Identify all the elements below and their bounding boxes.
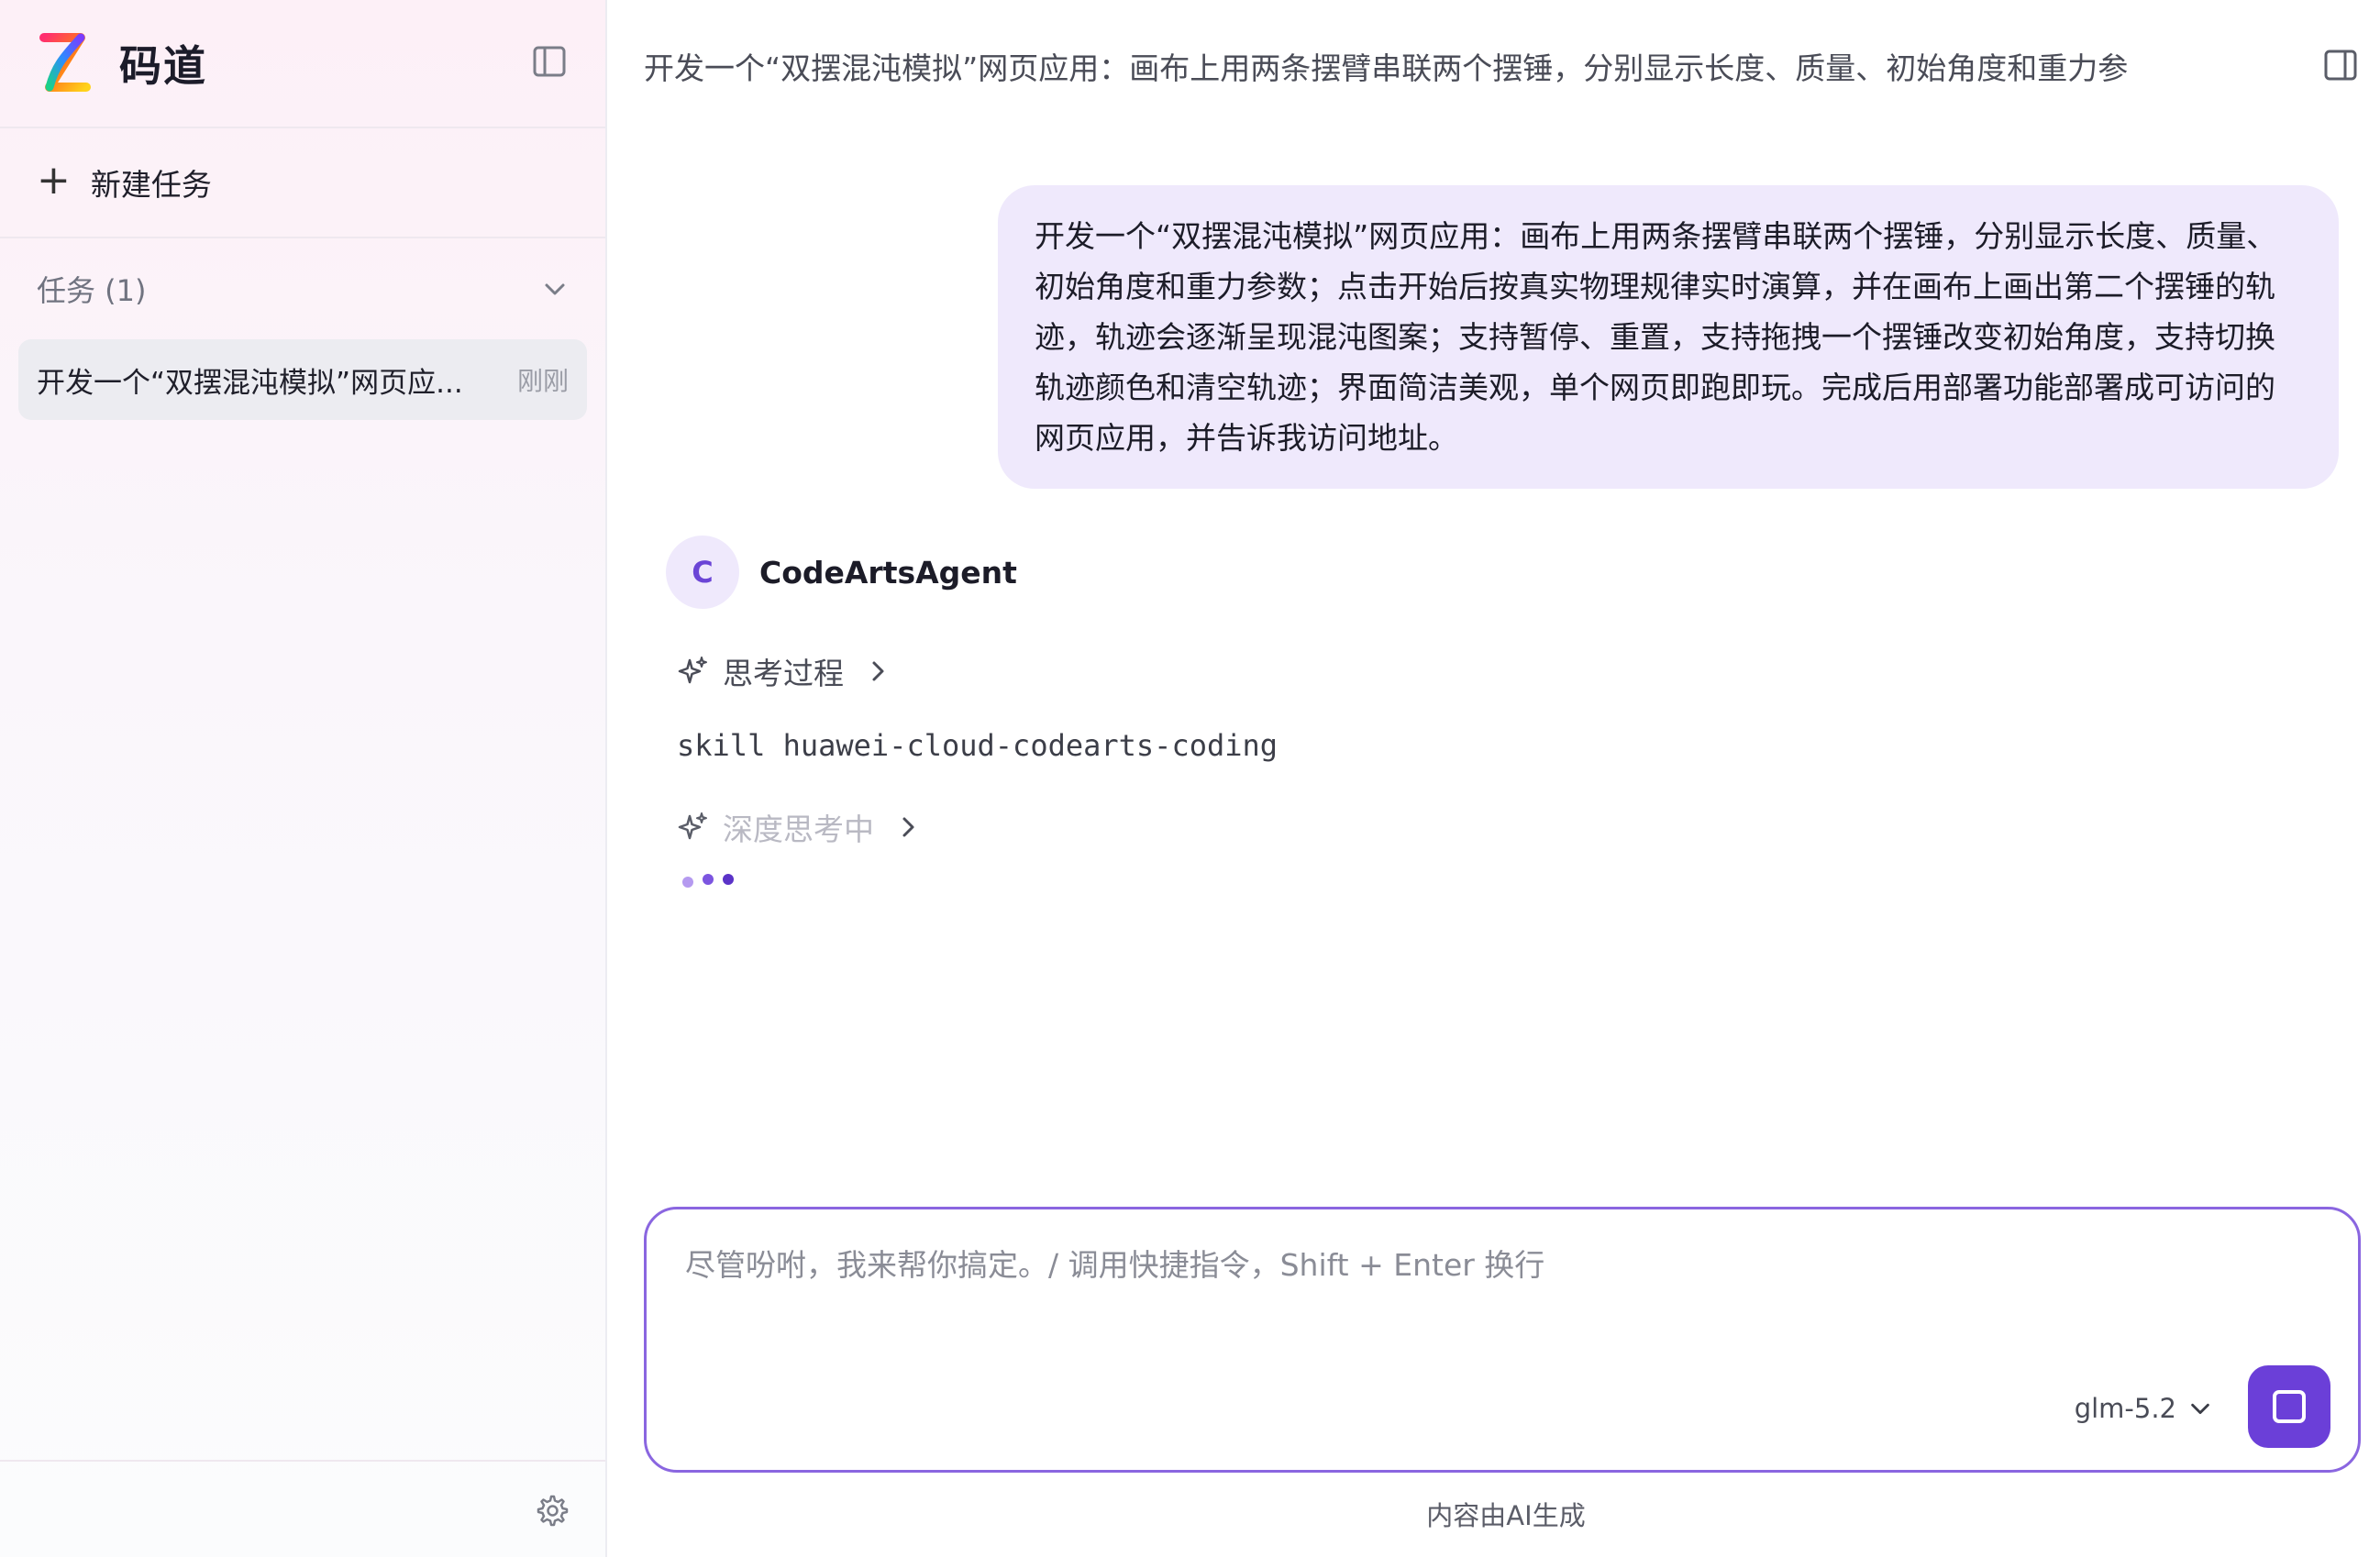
task-list-item[interactable]: 开发一个“双摆混沌模拟”网页应... 刚刚 xyxy=(18,339,587,420)
sparkle-icon xyxy=(678,812,707,840)
sidebar: 码道 + 新建任务 任务 (1) 开发一个“双摆混沌模拟”网页应... 刚刚 xyxy=(0,0,607,1557)
main-panel: 开发一个“双摆混沌模拟”网页应用：画布上用两条摆臂串联两个摆锤，分别显示长度、质… xyxy=(607,0,2380,1557)
prompt-input[interactable] xyxy=(683,1246,2316,1284)
codearts-logo-icon xyxy=(39,33,91,92)
stop-button[interactable] xyxy=(2248,1365,2330,1448)
chevron-down-icon xyxy=(2191,1403,2209,1415)
task-group-label: 任务 (1) xyxy=(37,273,147,308)
gear-icon[interactable] xyxy=(534,1493,569,1528)
sparkle-icon xyxy=(678,657,707,684)
model-name: glm-5.2 xyxy=(2074,1393,2176,1424)
sidebar-toggle-icon[interactable] xyxy=(532,44,567,79)
chevron-right-icon xyxy=(872,661,884,681)
new-task-button[interactable]: + 新建任务 xyxy=(0,128,605,238)
new-task-label: 新建任务 xyxy=(90,167,212,203)
deep-thinking-label: 深度思考中 xyxy=(723,812,874,847)
agent-header: C CodeArtsAgent xyxy=(666,536,1017,609)
ai-disclaimer: 内容由AI生成 xyxy=(1426,1500,1586,1531)
panel-toggle-icon[interactable] xyxy=(2323,48,2358,83)
agent-name: CodeArtsAgent xyxy=(759,554,1017,591)
loading-dots-icon xyxy=(682,874,734,888)
plus-icon: + xyxy=(37,157,71,204)
chevron-down-icon xyxy=(545,283,565,295)
task-group-header[interactable]: 任务 (1) xyxy=(0,238,605,339)
sidebar-footer xyxy=(0,1460,605,1557)
sidebar-header: 码道 xyxy=(0,0,605,128)
agent-avatar: C xyxy=(666,536,739,609)
brand-name: 码道 xyxy=(119,41,207,91)
user-message-bubble: 开发一个“双摆混沌模拟”网页应用：画布上用两条摆臂串联两个摆锤，分别显示长度、质… xyxy=(998,185,2339,489)
skill-invocation: skill huawei-cloud-codearts-coding xyxy=(677,728,1279,763)
thinking-process-toggle[interactable]: 思考过程 xyxy=(677,649,891,693)
thinking-process-label: 思考过程 xyxy=(723,656,844,691)
task-timestamp: 刚刚 xyxy=(516,366,569,396)
conversation-title: 开发一个“双摆混沌模拟”网页应用：画布上用两条摆臂串联两个摆锤，分别显示长度、质… xyxy=(644,50,2129,86)
stop-icon xyxy=(2273,1390,2306,1423)
task-title: 开发一个“双摆混沌模拟”网页应... xyxy=(37,366,463,400)
app-window: 码道 + 新建任务 任务 (1) 开发一个“双摆混沌模拟”网页应... 刚刚 开… xyxy=(0,0,2380,1557)
composer: glm-5.2 xyxy=(644,1207,2361,1473)
chevron-right-icon xyxy=(902,817,914,837)
model-selector[interactable]: glm-5.2 xyxy=(2075,1393,2213,1424)
deep-thinking-toggle[interactable]: 深度思考中 xyxy=(677,805,922,849)
